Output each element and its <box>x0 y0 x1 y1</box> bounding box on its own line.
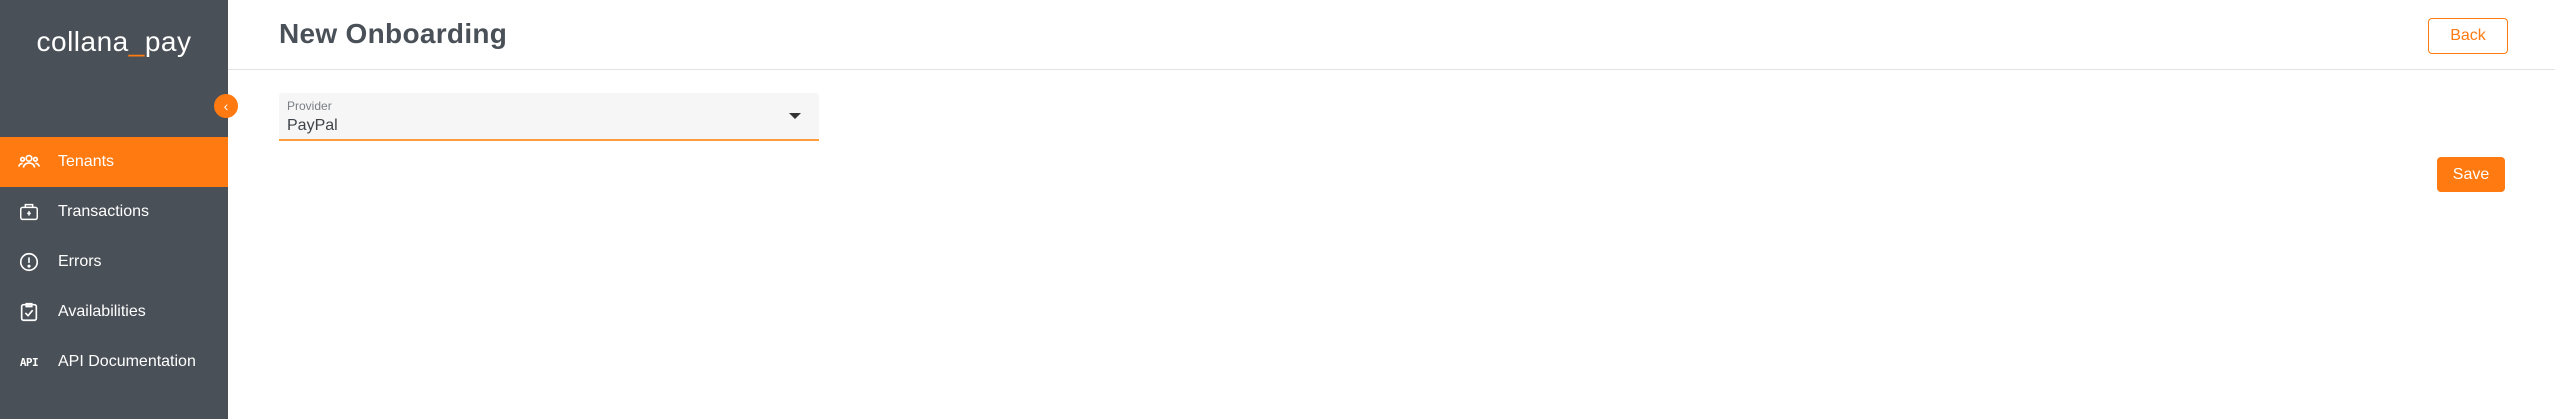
provider-value: PayPal <box>287 117 338 134</box>
sidebar-collapse-button[interactable]: ‹ <box>214 94 238 118</box>
sidebar-item-errors[interactable]: Errors <box>0 237 228 287</box>
logo-separator: _ <box>128 26 145 57</box>
chevron-left-icon: ‹ <box>223 98 229 114</box>
transactions-icon <box>0 201 58 223</box>
provider-label: Provider <box>287 99 332 113</box>
dropdown-arrow-icon[interactable] <box>789 113 801 119</box>
page-title: New Onboarding <box>279 18 508 49</box>
availabilities-icon <box>0 301 58 323</box>
back-button[interactable]: Back <box>2428 18 2508 54</box>
logo-sub: pay <box>144 26 192 57</box>
error-icon <box>0 251 58 273</box>
sidebar-item-transactions[interactable]: Transactions <box>0 187 228 237</box>
sidebar-item-label: Tenants <box>58 153 115 170</box>
api-icon-text: API <box>19 355 39 369</box>
sidebar-item-label: Availabilities <box>58 303 146 320</box>
sidebar-item-api-documentation[interactable]: API API Documentation <box>0 337 228 387</box>
provider-select[interactable]: Provider PayPal <box>279 93 819 141</box>
tenants-icon <box>0 151 58 173</box>
sidebar-item-tenants[interactable]: Tenants <box>0 137 228 187</box>
sidebar-item-label: API Documentation <box>58 353 196 370</box>
sidebar-item-availabilities[interactable]: Availabilities <box>0 287 228 337</box>
logo-main: collana <box>36 26 129 57</box>
sidebar: collana_pay Tenants Transactions Errors … <box>0 0 228 419</box>
sidebar-nav: Tenants Transactions Errors Availabiliti… <box>0 137 228 387</box>
page-header: New Onboarding Back <box>228 0 2555 70</box>
api-icon: API <box>0 356 58 369</box>
sidebar-item-label: Errors <box>58 253 102 270</box>
app-logo[interactable]: collana_pay <box>0 26 228 58</box>
save-button[interactable]: Save <box>2437 157 2505 192</box>
sidebar-item-label: Transactions <box>58 203 149 220</box>
